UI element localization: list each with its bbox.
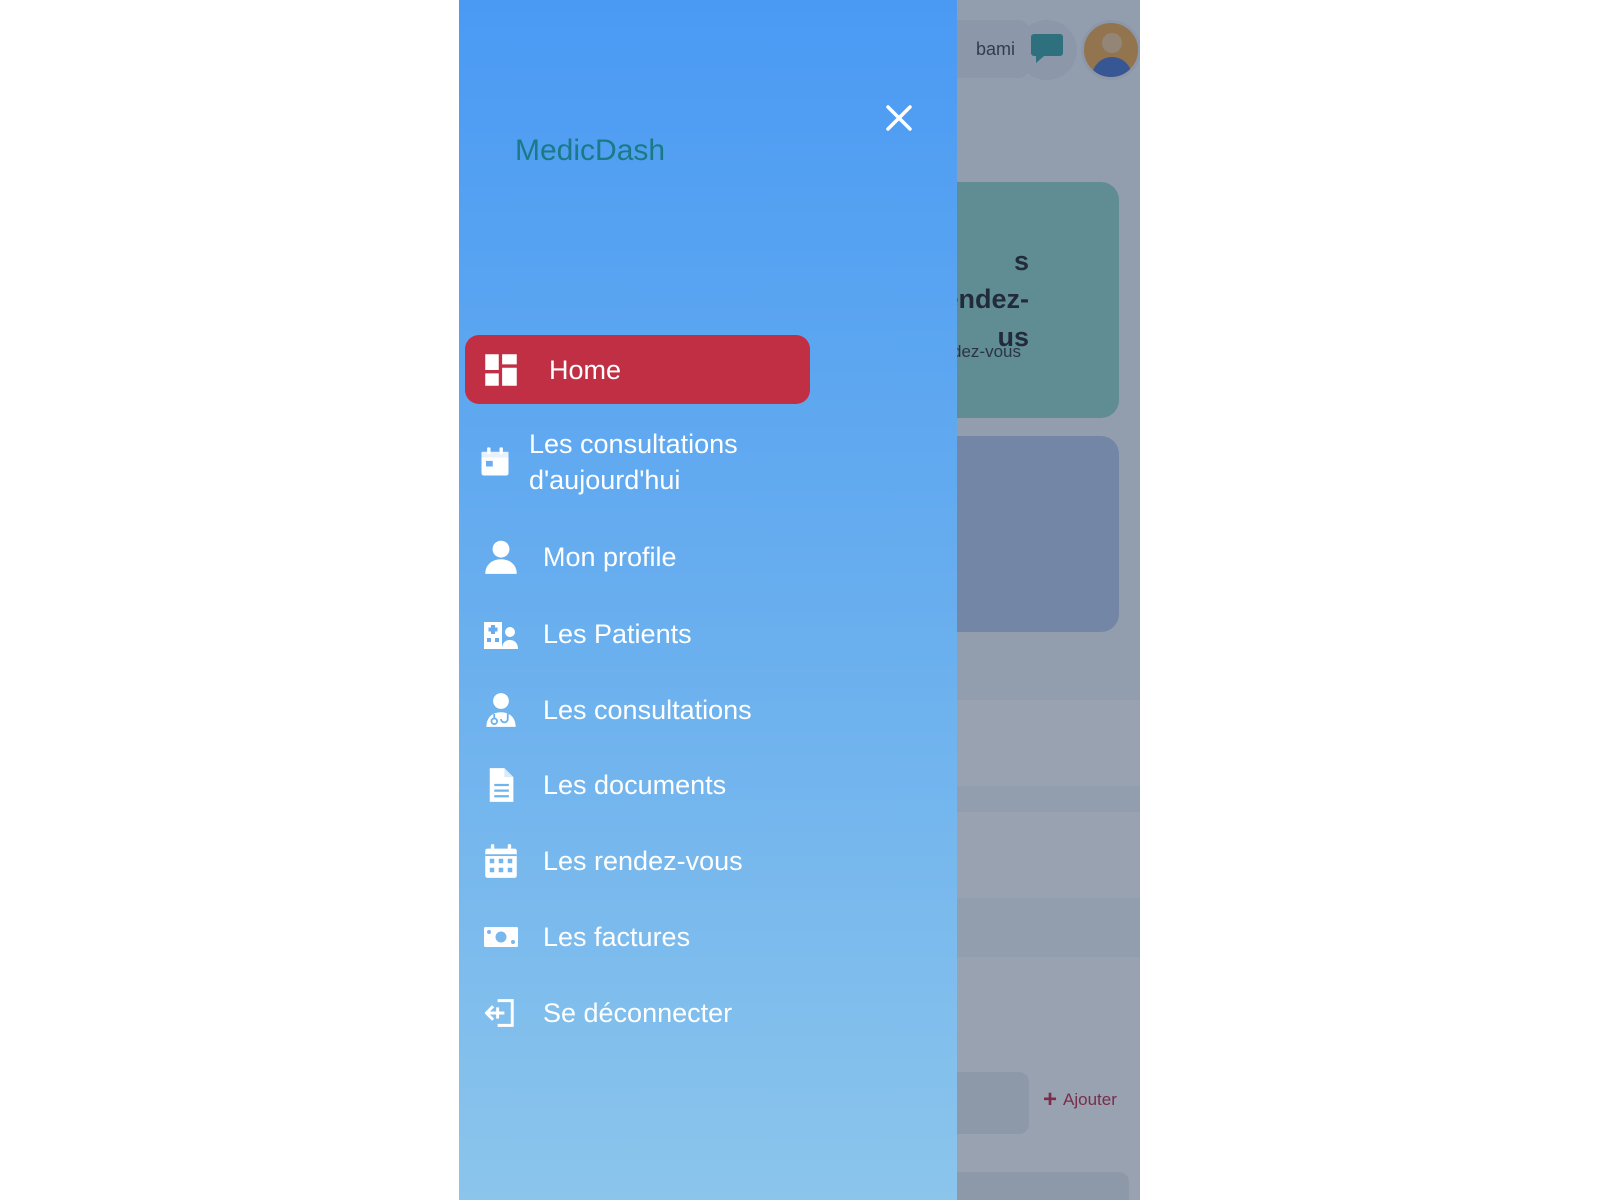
- sidebar-item-label: Mon profile: [543, 542, 677, 572]
- doctor-icon: [479, 688, 523, 732]
- sidebar-item-profile[interactable]: Mon profile: [465, 535, 810, 579]
- sidebar-item-label: Les consultations d'aujourd'hui: [529, 429, 738, 495]
- sidebar-item-label: Les factures: [543, 922, 691, 952]
- sidebar-item-consultations[interactable]: Les consultations: [465, 688, 810, 732]
- sidebar-drawer: MedicDash Home Les consultations d'aujou…: [459, 0, 957, 1200]
- sidebar-item-invoices[interactable]: Les factures: [465, 915, 810, 959]
- sidebar-item-home[interactable]: Home: [465, 335, 810, 404]
- sidebar-item-label: Les Patients: [543, 619, 692, 649]
- sidebar-item-label: Les rendez-vous: [543, 846, 743, 876]
- hospital-user-icon: [479, 612, 523, 656]
- sidebar-item-appointments[interactable]: Les rendez-vous: [465, 839, 810, 883]
- sidebar-item-label: Se déconnecter: [543, 998, 733, 1028]
- sidebar-item-logout[interactable]: Se déconnecter: [465, 991, 810, 1035]
- sidebar-item-label: Les consultations: [543, 695, 752, 725]
- logout-icon: [479, 991, 523, 1035]
- sidebar-item-label: Home: [549, 354, 622, 385]
- calendar-icon: [479, 839, 523, 883]
- document-icon: [479, 763, 523, 807]
- sidebar-item-documents[interactable]: Les documents: [465, 763, 810, 807]
- brand-logo-text[interactable]: MedicDash: [515, 134, 665, 168]
- sidebar-item-label: Les documents: [543, 770, 727, 800]
- dashboard-grid-icon: [479, 348, 523, 392]
- user-icon: [479, 535, 523, 579]
- money-bill-icon: [479, 915, 523, 959]
- sidebar-item-patients[interactable]: Les Patients: [465, 612, 810, 656]
- calendar-day-icon: [473, 440, 517, 484]
- close-icon: [884, 103, 914, 138]
- sidebar-item-todays-consultations[interactable]: Les consultations d'aujourd'hui: [459, 426, 804, 498]
- app-viewport: bami s rendez- us Rendez-vous + Ajouter …: [459, 0, 1140, 1200]
- close-sidebar-button[interactable]: [879, 100, 919, 140]
